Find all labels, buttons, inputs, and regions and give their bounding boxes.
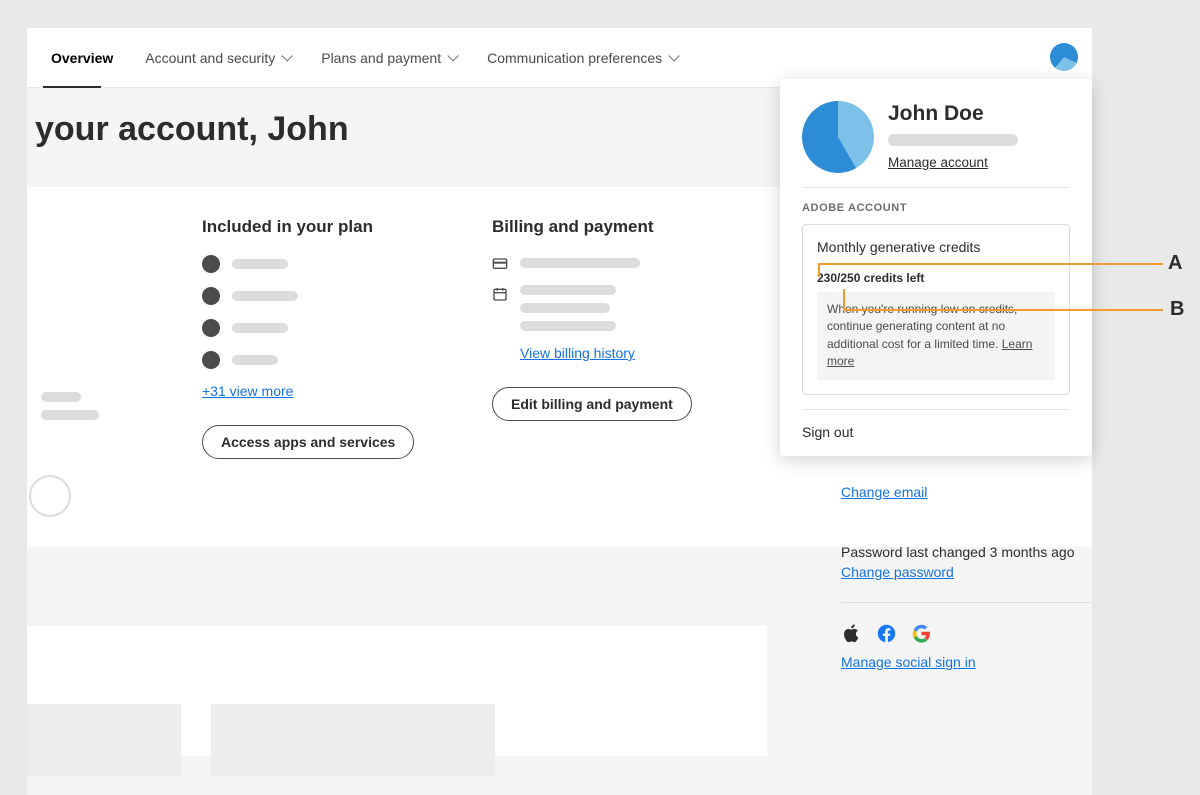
credits-title: Monthly generative credits [817,239,1055,255]
avatar[interactable] [1050,43,1078,71]
account-popover: John Doe Manage account ADOBE ACCOUNT Mo… [780,79,1092,456]
billing-column: Billing and payment View billing history [492,217,782,459]
divider [841,602,1091,603]
calendar-icon [492,286,508,302]
sign-out-button[interactable]: Sign out [802,409,1070,440]
facebook-icon[interactable] [876,623,897,644]
billing-row [492,255,782,271]
access-apps-button[interactable]: Access apps and services [202,425,414,459]
placeholder-block [27,704,181,776]
plan-column: Included in your plan +31 view more Acce… [202,217,492,459]
plan-item-icon [202,351,220,369]
annotation-label-b: B [1170,298,1184,321]
apple-icon[interactable] [841,623,862,644]
placeholder-block [211,704,495,776]
chevron-down-icon [448,50,459,61]
credits-note: When you're running low on credits, cont… [817,292,1055,380]
edit-billing-button[interactable]: Edit billing and payment [492,387,692,421]
chevron-down-icon [282,50,293,61]
placeholder-bar [41,392,81,402]
placeholder-bar [888,134,1018,146]
view-more-link[interactable]: +31 view more [202,383,293,399]
plan-card [27,268,181,542]
billing-title: Billing and payment [492,217,782,237]
annotation-line-a [818,263,820,277]
popover-user-name: John Doe [888,102,1018,126]
credits-left: 230/250 credits left [817,271,1055,285]
chevron-down-icon [669,50,680,61]
popover-section-label: ADOBE ACCOUNT [802,187,1070,214]
annotation-line-a [818,263,1163,265]
plan-item [202,255,492,273]
placeholder-bar [41,410,99,420]
google-icon[interactable] [911,623,932,644]
manage-account-link[interactable]: Manage account [888,155,988,170]
view-billing-history-link[interactable]: View billing history [520,345,635,361]
tab-overview[interactable]: Overview [35,29,129,87]
card-icon [492,255,508,271]
plan-item-icon [202,319,220,337]
billing-row [492,285,782,331]
annotation-label-a: A [1168,252,1182,275]
plan-item [202,287,492,305]
plan-item [202,351,492,369]
plan-title: Included in your plan [202,217,492,237]
avatar-large [802,101,874,173]
placeholder-circle [29,475,71,517]
plan-item [202,319,492,337]
change-password-link[interactable]: Change password [841,564,954,580]
annotation-line-b [843,309,1163,311]
annotation-line-b [843,289,845,309]
plan-item-icon [202,287,220,305]
tab-communication-preferences[interactable]: Communication preferences [471,29,692,87]
plan-item-icon [202,255,220,273]
password-age-text: Password last changed 3 months ago [841,544,1091,560]
tab-account-security[interactable]: Account and security [129,29,305,87]
social-row [841,623,1091,644]
tab-plans-payment[interactable]: Plans and payment [305,29,471,87]
change-email-link[interactable]: Change email [841,484,927,500]
manage-social-link[interactable]: Manage social sign in [841,654,976,670]
